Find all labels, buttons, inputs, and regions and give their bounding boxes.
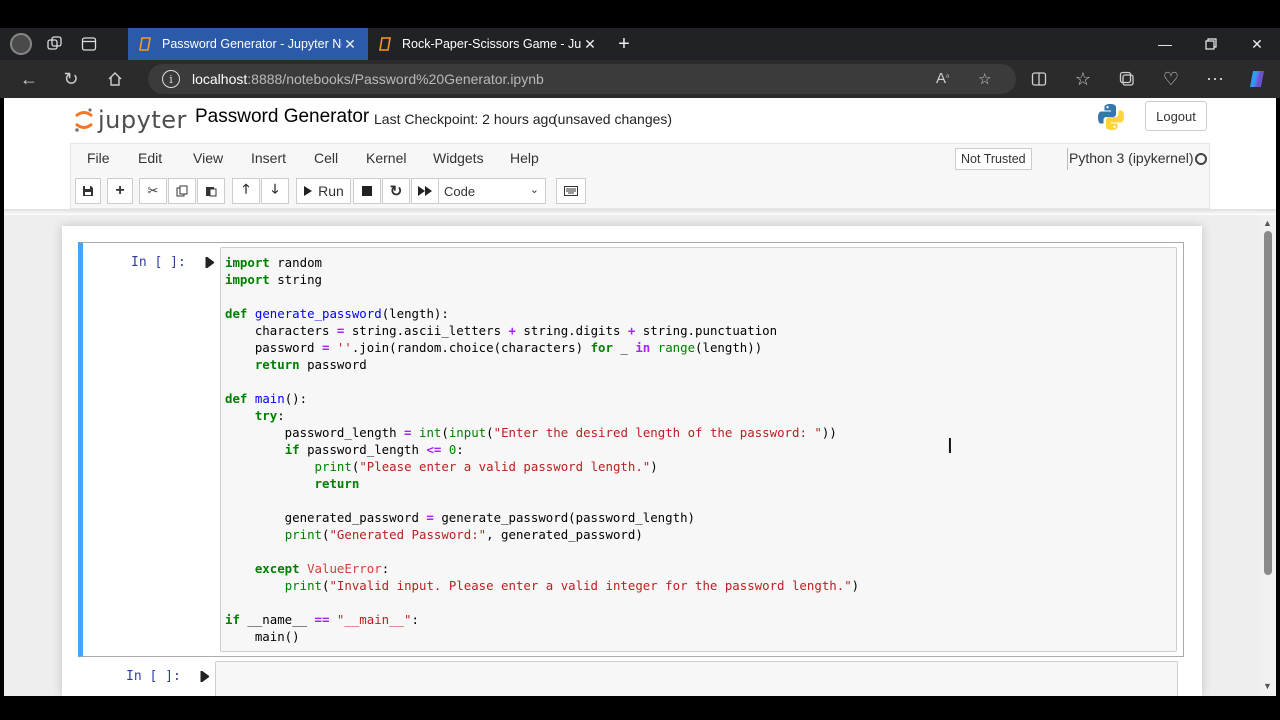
collections-icon[interactable]: [1112, 64, 1142, 94]
more-options-icon[interactable]: ⋯: [1200, 64, 1230, 94]
text-cursor-icon: I: [947, 434, 953, 458]
tab-actions-icon[interactable]: [72, 28, 106, 60]
restart-run-all-button[interactable]: [411, 178, 439, 204]
cell-type-select[interactable]: Code ⌄: [438, 178, 546, 204]
url-path: :8888/notebooks/Password%20Generator.ipy…: [247, 71, 544, 87]
insert-cell-button[interactable]: +: [107, 178, 133, 204]
profile-avatar-icon[interactable]: [10, 33, 32, 55]
paste-icon: [206, 187, 217, 197]
cell-type-value: Code: [444, 183, 476, 199]
url-host: localhost: [192, 71, 248, 87]
notebook-title[interactable]: Password Generator: [195, 106, 369, 128]
read-aloud-icon[interactable]: Aₐ: [936, 70, 949, 87]
fast-forward-icon: [418, 186, 432, 196]
tab-password-generator[interactable]: Password Generator - Jupyter Ne ✕: [128, 28, 368, 60]
scrollbar-thumb[interactable]: [1264, 231, 1272, 575]
home-icon[interactable]: [100, 64, 130, 94]
tab-close-icon[interactable]: ✕: [582, 36, 598, 53]
split-screen-icon[interactable]: [1024, 64, 1054, 94]
kernel-name[interactable]: Python 3 (ipykernel): [1069, 150, 1194, 166]
kernel-idle-icon: [1195, 153, 1207, 165]
command-palette-button[interactable]: [556, 178, 586, 204]
jupyter-logo[interactable]: jupyter: [74, 102, 187, 138]
jupyter-header: jupyter Password Generator Last Checkpoi…: [4, 98, 1276, 142]
move-down-button[interactable]: 🡓: [261, 178, 289, 204]
copilot-icon[interactable]: [1242, 64, 1272, 94]
tab-title: Password Generator - Jupyter Ne: [162, 37, 342, 51]
url-field[interactable]: i localhost:8888/notebooks/Password%20Ge…: [148, 64, 1016, 94]
restart-button[interactable]: ↻: [382, 178, 410, 204]
favorites-icon[interactable]: ☆: [1068, 64, 1098, 94]
tab-title: Rock-Paper-Scissors Game - Jupy: [402, 37, 582, 51]
jupyter-page: jupyter Password Generator Last Checkpoi…: [4, 98, 1276, 696]
move-up-button[interactable]: 🡑: [232, 178, 260, 204]
restore-icon[interactable]: [1188, 28, 1234, 60]
workspaces-icon[interactable]: [38, 28, 72, 60]
chevron-down-icon: ⌄: [529, 184, 539, 196]
copy-icon: [176, 185, 188, 197]
stop-icon: [362, 186, 372, 196]
address-bar: ← ↻ i localhost:8888/notebooks/Password%…: [0, 60, 1280, 98]
cell-prompt: In [ ]:: [126, 669, 181, 684]
jupyter-logo-text: jupyter: [98, 106, 187, 134]
menu-edit[interactable]: Edit: [138, 150, 162, 166]
code-cell[interactable]: In [ ]: import random import string def …: [78, 242, 1184, 657]
menu-widgets[interactable]: Widgets: [433, 150, 484, 166]
menu-view[interactable]: View: [193, 150, 223, 166]
menu-file[interactable]: File: [87, 150, 110, 166]
top-black-bar: [0, 0, 1280, 28]
keyboard-icon: [564, 186, 578, 196]
scroll-up-icon[interactable]: ▲: [1263, 218, 1272, 228]
refresh-icon[interactable]: ↻: [56, 64, 86, 94]
code-content: import random import string def generate…: [225, 255, 860, 644]
play-icon: [304, 186, 313, 196]
run-label: Run: [318, 183, 344, 199]
notebook-toolbar: + ✂ 🡑 🡓 Run ↻ Code ⌄: [70, 175, 1210, 209]
minimize-icon[interactable]: —: [1142, 28, 1188, 60]
run-cell-icon[interactable]: [204, 256, 215, 271]
menu-cell[interactable]: Cell: [314, 150, 338, 166]
interrupt-button[interactable]: [353, 178, 381, 204]
autosave-status: (unsaved changes): [553, 111, 673, 127]
jupyter-logo-icon: [74, 107, 94, 133]
menu-kernel[interactable]: Kernel: [366, 150, 406, 166]
site-info-icon[interactable]: i: [162, 70, 180, 88]
browser-essentials-icon[interactable]: ♡: [1156, 64, 1186, 94]
favorite-star-icon[interactable]: ☆: [978, 70, 991, 88]
cut-button[interactable]: ✂: [139, 178, 167, 204]
notebook-favicon-icon: [138, 37, 152, 51]
menu-bar: File Edit View Insert Cell Kernel Widget…: [70, 143, 1210, 175]
back-icon[interactable]: ←: [14, 64, 44, 94]
kernel-separator: [1067, 148, 1068, 170]
logout-button[interactable]: Logout: [1145, 101, 1207, 131]
menu-insert[interactable]: Insert: [251, 150, 286, 166]
run-button[interactable]: Run: [296, 178, 351, 204]
python-logo-icon: [1096, 102, 1126, 132]
tab-rock-paper-scissors[interactable]: Rock-Paper-Scissors Game - Jupy ✕: [368, 28, 608, 60]
trust-indicator[interactable]: Not Trusted: [955, 148, 1032, 170]
last-checkpoint: Last Checkpoint: 2 hours ago: [374, 111, 557, 127]
run-cell-icon[interactable]: [199, 670, 210, 685]
menu-help[interactable]: Help: [510, 150, 539, 166]
paste-button[interactable]: [197, 178, 225, 204]
tab-close-icon[interactable]: ✕: [342, 36, 358, 53]
cell-prompt: In [ ]:: [131, 255, 186, 270]
notebook-container: In [ ]: import random import string def …: [62, 226, 1202, 696]
code-cell[interactable]: In [ ]:: [78, 657, 1184, 696]
new-tab-icon[interactable]: +: [612, 28, 636, 60]
bottom-black-bar: [0, 696, 1280, 720]
window-close-icon[interactable]: ✕: [1234, 28, 1280, 60]
scroll-down-icon[interactable]: ▼: [1263, 681, 1272, 691]
page-scrollbar[interactable]: ▲ ▼: [1260, 215, 1276, 696]
notebook-favicon-icon: [378, 37, 392, 51]
code-editor[interactable]: import random import string def generate…: [220, 247, 1177, 652]
copy-button[interactable]: [168, 178, 196, 204]
save-icon: [83, 186, 93, 196]
save-button[interactable]: [75, 178, 101, 204]
code-editor[interactable]: [215, 661, 1178, 696]
